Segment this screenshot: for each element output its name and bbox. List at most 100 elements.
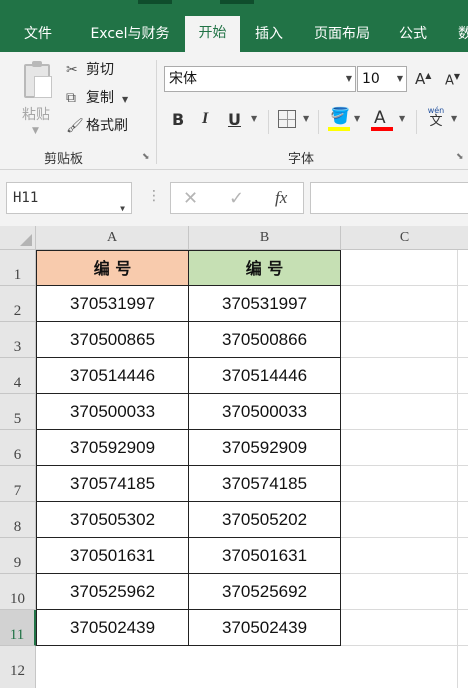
- select-all-button[interactable]: [0, 226, 36, 250]
- row-header-2[interactable]: 2: [0, 286, 36, 322]
- tab-data[interactable]: 数: [450, 20, 468, 52]
- cell-a9[interactable]: 370501631: [36, 538, 189, 574]
- borders-button[interactable]: [278, 110, 296, 128]
- dialog-launcher-icon[interactable]: ⬊: [142, 152, 150, 162]
- brush-icon: 🖌: [66, 118, 84, 134]
- ribbon-tab-bar: 文件 Excel与财务 开始 插入 页面布局 公式 数: [0, 0, 468, 52]
- cell-b10[interactable]: 370525692: [189, 574, 341, 610]
- font-size-select[interactable]: 10 ▼: [357, 66, 407, 92]
- enter-icon[interactable]: ✓: [229, 188, 244, 209]
- cancel-icon[interactable]: ✕: [183, 188, 198, 209]
- insert-function-icon[interactable]: fx: [275, 188, 287, 208]
- clipboard-group-label: 剪贴板: [44, 152, 84, 167]
- cell-b11[interactable]: 370502439: [189, 610, 341, 646]
- cell-a2[interactable]: 370531997: [36, 286, 189, 322]
- cell-b2[interactable]: 370531997: [189, 286, 341, 322]
- chevron-down-icon[interactable]: ▼: [122, 95, 128, 104]
- chevron-down-icon[interactable]: ▼: [32, 126, 39, 136]
- border-grid-icon: [279, 119, 295, 120]
- tab-insert[interactable]: 插入: [246, 20, 292, 52]
- column-header-b[interactable]: B: [189, 226, 341, 250]
- cell-b5[interactable]: 370500033: [189, 394, 341, 430]
- row-header-11[interactable]: 11: [0, 610, 36, 646]
- group-divider: [268, 110, 269, 134]
- group-divider: [156, 60, 157, 164]
- font-color-swatch: [371, 127, 393, 131]
- cell-a7[interactable]: 370574185: [36, 466, 189, 502]
- row-header-10[interactable]: 10: [0, 574, 36, 610]
- phonetic-char-label: 文: [429, 114, 443, 129]
- bold-button[interactable]: B: [172, 110, 184, 129]
- row-header-1[interactable]: 1: [0, 250, 36, 286]
- font-name-value: 宋体: [169, 71, 197, 87]
- cell-b3[interactable]: 370500866: [189, 322, 341, 358]
- formula-buttons: ✕ ✓ fx: [170, 182, 304, 214]
- ribbon-home: 粘贴 ▼ ✂ 剪切 ⧉ 复制 ▼ 🖌 格式刷 剪贴板 ⬊ 宋体 ▼ 10 ▼ A▲ A▼…: [0, 52, 468, 170]
- chevron-down-icon[interactable]: ▼: [354, 114, 360, 123]
- cell-a6[interactable]: 370592909: [36, 430, 189, 466]
- cell-b1-header[interactable]: 编 号: [189, 250, 341, 286]
- grow-font-label: A: [415, 70, 426, 88]
- font-color-button[interactable]: A: [374, 108, 386, 128]
- cell-b4[interactable]: 370514446: [189, 358, 341, 394]
- shrink-font-button[interactable]: A▼: [445, 72, 460, 88]
- formula-input[interactable]: [310, 182, 468, 214]
- paste-sheet-icon: [34, 76, 52, 98]
- phonetic-guide-button[interactable]: wén 文: [424, 106, 448, 129]
- column-header-a[interactable]: A: [36, 226, 189, 250]
- tab-formulas[interactable]: 公式: [390, 20, 436, 52]
- fill-color-swatch: [328, 127, 350, 131]
- underline-button[interactable]: U: [228, 110, 241, 129]
- chevron-down-icon[interactable]: ▼: [303, 114, 309, 123]
- row-header-4[interactable]: 4: [0, 358, 36, 394]
- chevron-down-icon[interactable]: ▼: [399, 114, 405, 123]
- row-header-5[interactable]: 5: [0, 394, 36, 430]
- row-header-7[interactable]: 7: [0, 466, 36, 502]
- tab-page-layout[interactable]: 页面布局: [304, 20, 380, 52]
- row-header-9[interactable]: 9: [0, 538, 36, 574]
- name-box-value: H11: [13, 190, 39, 206]
- copy-label: 复制: [86, 90, 114, 106]
- row-header-3[interactable]: 3: [0, 322, 36, 358]
- font-group-label: 字体: [288, 152, 315, 167]
- row-header-8[interactable]: 8: [0, 502, 36, 538]
- row-header-6[interactable]: 6: [0, 430, 36, 466]
- cell-a10[interactable]: 370525962: [36, 574, 189, 610]
- font-name-select[interactable]: 宋体 ▼: [164, 66, 356, 92]
- italic-button[interactable]: I: [202, 110, 208, 128]
- dialog-launcher-icon[interactable]: ⬊: [456, 152, 464, 162]
- resize-handle-icon[interactable]: ⋮: [147, 188, 161, 204]
- cell-a3[interactable]: 370500865: [36, 322, 189, 358]
- grow-font-button[interactable]: A▲: [415, 70, 431, 88]
- group-divider: [416, 110, 417, 134]
- name-box[interactable]: H11 ▼: [6, 182, 132, 214]
- tab-excel-finance[interactable]: Excel与财务: [80, 20, 180, 52]
- cell-a11[interactable]: 370502439: [36, 610, 189, 646]
- format-painter-button[interactable]: 🖌 格式刷: [66, 114, 128, 138]
- chevron-down-icon[interactable]: ▼: [397, 67, 403, 91]
- chevron-down-icon[interactable]: ▼: [251, 114, 257, 123]
- group-divider: [318, 110, 319, 134]
- cell-a1-header[interactable]: 编 号: [36, 250, 189, 286]
- title-bar-mark: [220, 0, 254, 4]
- excel-window: 文件 Excel与财务 开始 插入 页面布局 公式 数 粘贴 ▼ ✂ 剪切 ⧉ 复制…: [0, 0, 468, 688]
- row-header-12[interactable]: 12: [0, 646, 36, 688]
- cell-b6[interactable]: 370592909: [189, 430, 341, 466]
- font-size-value: 10: [362, 71, 380, 87]
- copy-button[interactable]: ⧉ 复制 ▼: [66, 86, 128, 110]
- cell-a4[interactable]: 370514446: [36, 358, 189, 394]
- paste-button[interactable]: 粘贴 ▼: [14, 61, 58, 142]
- cell-b7[interactable]: 370574185: [189, 466, 341, 502]
- tab-home[interactable]: 开始: [185, 16, 240, 52]
- column-header-c[interactable]: C: [341, 226, 468, 250]
- cell-a8[interactable]: 370505302: [36, 502, 189, 538]
- cell-b9[interactable]: 370501631: [189, 538, 341, 574]
- fill-bucket-icon[interactable]: 🪣: [330, 106, 350, 125]
- chevron-down-icon[interactable]: ▼: [451, 114, 457, 123]
- tab-file[interactable]: 文件: [14, 20, 62, 52]
- chevron-down-icon[interactable]: ▼: [346, 67, 352, 91]
- cut-button[interactable]: ✂ 剪切: [66, 58, 114, 82]
- chevron-down-icon[interactable]: ▼: [120, 194, 125, 224]
- cell-a5[interactable]: 370500033: [36, 394, 189, 430]
- cell-b8[interactable]: 370505202: [189, 502, 341, 538]
